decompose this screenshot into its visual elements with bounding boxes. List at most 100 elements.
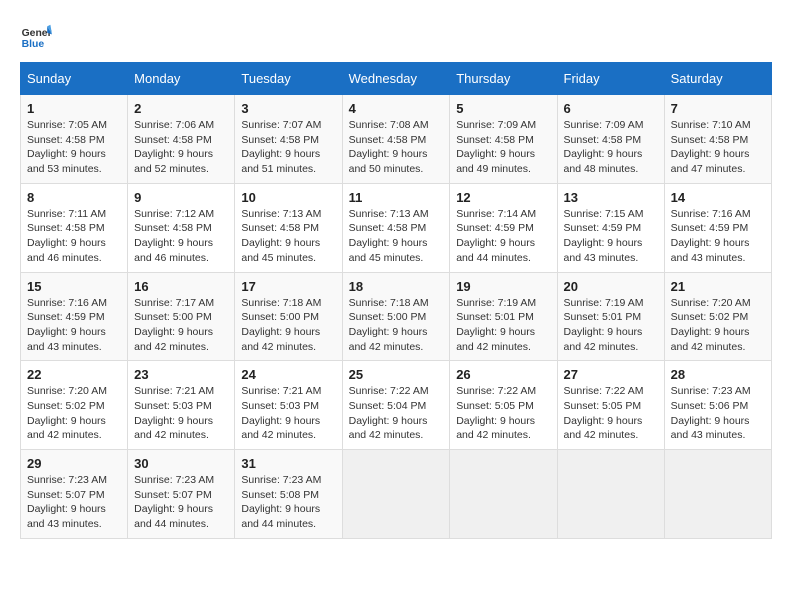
calendar-week-1: 1 Sunrise: 7:05 AM Sunset: 4:58 PM Dayli… (21, 95, 772, 184)
day-number: 21 (671, 279, 765, 294)
day-detail: Sunrise: 7:23 AM Sunset: 5:08 PM Dayligh… (241, 473, 335, 532)
day-number: 25 (349, 367, 444, 382)
day-detail: Sunrise: 7:22 AM Sunset: 5:04 PM Dayligh… (349, 384, 444, 443)
day-number: 9 (134, 190, 228, 205)
page-header: General Blue (20, 20, 772, 52)
calendar-cell: 20 Sunrise: 7:19 AM Sunset: 5:01 PM Dayl… (557, 272, 664, 361)
logo-icon: General Blue (20, 20, 52, 52)
day-number: 27 (564, 367, 658, 382)
day-number: 4 (349, 101, 444, 116)
day-number: 15 (27, 279, 121, 294)
calendar-cell: 21 Sunrise: 7:20 AM Sunset: 5:02 PM Dayl… (664, 272, 771, 361)
calendar-cell: 7 Sunrise: 7:10 AM Sunset: 4:58 PM Dayli… (664, 95, 771, 184)
day-detail: Sunrise: 7:22 AM Sunset: 5:05 PM Dayligh… (456, 384, 550, 443)
day-detail: Sunrise: 7:10 AM Sunset: 4:58 PM Dayligh… (671, 118, 765, 177)
weekday-header-wednesday: Wednesday (342, 63, 450, 95)
day-detail: Sunrise: 7:22 AM Sunset: 5:05 PM Dayligh… (564, 384, 658, 443)
calendar-cell (557, 450, 664, 539)
calendar-cell: 6 Sunrise: 7:09 AM Sunset: 4:58 PM Dayli… (557, 95, 664, 184)
day-number: 10 (241, 190, 335, 205)
day-number: 23 (134, 367, 228, 382)
calendar-cell: 28 Sunrise: 7:23 AM Sunset: 5:06 PM Dayl… (664, 361, 771, 450)
day-number: 28 (671, 367, 765, 382)
day-number: 19 (456, 279, 550, 294)
day-detail: Sunrise: 7:12 AM Sunset: 4:58 PM Dayligh… (134, 207, 228, 266)
calendar-week-2: 8 Sunrise: 7:11 AM Sunset: 4:58 PM Dayli… (21, 183, 772, 272)
day-number: 31 (241, 456, 335, 471)
calendar-week-5: 29 Sunrise: 7:23 AM Sunset: 5:07 PM Dayl… (21, 450, 772, 539)
day-detail: Sunrise: 7:05 AM Sunset: 4:58 PM Dayligh… (27, 118, 121, 177)
calendar-week-3: 15 Sunrise: 7:16 AM Sunset: 4:59 PM Dayl… (21, 272, 772, 361)
day-detail: Sunrise: 7:11 AM Sunset: 4:58 PM Dayligh… (27, 207, 121, 266)
day-number: 3 (241, 101, 335, 116)
day-detail: Sunrise: 7:20 AM Sunset: 5:02 PM Dayligh… (671, 296, 765, 355)
day-number: 5 (456, 101, 550, 116)
weekday-header-sunday: Sunday (21, 63, 128, 95)
day-number: 26 (456, 367, 550, 382)
calendar-cell: 19 Sunrise: 7:19 AM Sunset: 5:01 PM Dayl… (450, 272, 557, 361)
calendar-cell: 22 Sunrise: 7:20 AM Sunset: 5:02 PM Dayl… (21, 361, 128, 450)
day-number: 22 (27, 367, 121, 382)
day-detail: Sunrise: 7:18 AM Sunset: 5:00 PM Dayligh… (349, 296, 444, 355)
calendar-cell: 10 Sunrise: 7:13 AM Sunset: 4:58 PM Dayl… (235, 183, 342, 272)
day-number: 14 (671, 190, 765, 205)
calendar-body: 1 Sunrise: 7:05 AM Sunset: 4:58 PM Dayli… (21, 95, 772, 539)
calendar-week-4: 22 Sunrise: 7:20 AM Sunset: 5:02 PM Dayl… (21, 361, 772, 450)
day-number: 7 (671, 101, 765, 116)
weekday-header-thursday: Thursday (450, 63, 557, 95)
calendar-cell: 5 Sunrise: 7:09 AM Sunset: 4:58 PM Dayli… (450, 95, 557, 184)
day-number: 1 (27, 101, 121, 116)
weekday-header-saturday: Saturday (664, 63, 771, 95)
day-number: 12 (456, 190, 550, 205)
calendar-cell (450, 450, 557, 539)
calendar-cell: 2 Sunrise: 7:06 AM Sunset: 4:58 PM Dayli… (128, 95, 235, 184)
calendar-cell: 4 Sunrise: 7:08 AM Sunset: 4:58 PM Dayli… (342, 95, 450, 184)
calendar-cell: 17 Sunrise: 7:18 AM Sunset: 5:00 PM Dayl… (235, 272, 342, 361)
calendar-cell: 25 Sunrise: 7:22 AM Sunset: 5:04 PM Dayl… (342, 361, 450, 450)
calendar-cell: 14 Sunrise: 7:16 AM Sunset: 4:59 PM Dayl… (664, 183, 771, 272)
calendar-cell: 3 Sunrise: 7:07 AM Sunset: 4:58 PM Dayli… (235, 95, 342, 184)
calendar-cell: 24 Sunrise: 7:21 AM Sunset: 5:03 PM Dayl… (235, 361, 342, 450)
calendar-cell (664, 450, 771, 539)
day-detail: Sunrise: 7:07 AM Sunset: 4:58 PM Dayligh… (241, 118, 335, 177)
day-detail: Sunrise: 7:19 AM Sunset: 5:01 PM Dayligh… (564, 296, 658, 355)
day-number: 2 (134, 101, 228, 116)
day-detail: Sunrise: 7:20 AM Sunset: 5:02 PM Dayligh… (27, 384, 121, 443)
day-detail: Sunrise: 7:23 AM Sunset: 5:07 PM Dayligh… (134, 473, 228, 532)
day-number: 17 (241, 279, 335, 294)
calendar-table: SundayMondayTuesdayWednesdayThursdayFrid… (20, 62, 772, 539)
calendar-cell: 16 Sunrise: 7:17 AM Sunset: 5:00 PM Dayl… (128, 272, 235, 361)
day-detail: Sunrise: 7:14 AM Sunset: 4:59 PM Dayligh… (456, 207, 550, 266)
day-detail: Sunrise: 7:13 AM Sunset: 4:58 PM Dayligh… (241, 207, 335, 266)
day-detail: Sunrise: 7:23 AM Sunset: 5:07 PM Dayligh… (27, 473, 121, 532)
logo: General Blue (20, 20, 52, 52)
day-detail: Sunrise: 7:21 AM Sunset: 5:03 PM Dayligh… (241, 384, 335, 443)
day-number: 16 (134, 279, 228, 294)
calendar-cell: 29 Sunrise: 7:23 AM Sunset: 5:07 PM Dayl… (21, 450, 128, 539)
day-detail: Sunrise: 7:09 AM Sunset: 4:58 PM Dayligh… (564, 118, 658, 177)
day-detail: Sunrise: 7:18 AM Sunset: 5:00 PM Dayligh… (241, 296, 335, 355)
calendar-cell: 12 Sunrise: 7:14 AM Sunset: 4:59 PM Dayl… (450, 183, 557, 272)
day-detail: Sunrise: 7:15 AM Sunset: 4:59 PM Dayligh… (564, 207, 658, 266)
day-number: 6 (564, 101, 658, 116)
calendar-cell: 8 Sunrise: 7:11 AM Sunset: 4:58 PM Dayli… (21, 183, 128, 272)
weekday-header-friday: Friday (557, 63, 664, 95)
calendar-cell: 15 Sunrise: 7:16 AM Sunset: 4:59 PM Dayl… (21, 272, 128, 361)
day-number: 18 (349, 279, 444, 294)
day-detail: Sunrise: 7:16 AM Sunset: 4:59 PM Dayligh… (671, 207, 765, 266)
day-number: 20 (564, 279, 658, 294)
calendar-cell: 1 Sunrise: 7:05 AM Sunset: 4:58 PM Dayli… (21, 95, 128, 184)
day-number: 30 (134, 456, 228, 471)
weekday-header-tuesday: Tuesday (235, 63, 342, 95)
calendar-header-row: SundayMondayTuesdayWednesdayThursdayFrid… (21, 63, 772, 95)
day-detail: Sunrise: 7:13 AM Sunset: 4:58 PM Dayligh… (349, 207, 444, 266)
day-detail: Sunrise: 7:09 AM Sunset: 4:58 PM Dayligh… (456, 118, 550, 177)
day-detail: Sunrise: 7:23 AM Sunset: 5:06 PM Dayligh… (671, 384, 765, 443)
day-detail: Sunrise: 7:08 AM Sunset: 4:58 PM Dayligh… (349, 118, 444, 177)
day-detail: Sunrise: 7:17 AM Sunset: 5:00 PM Dayligh… (134, 296, 228, 355)
svg-text:Blue: Blue (22, 39, 45, 50)
calendar-cell: 31 Sunrise: 7:23 AM Sunset: 5:08 PM Dayl… (235, 450, 342, 539)
calendar-cell: 11 Sunrise: 7:13 AM Sunset: 4:58 PM Dayl… (342, 183, 450, 272)
day-number: 29 (27, 456, 121, 471)
calendar-cell: 13 Sunrise: 7:15 AM Sunset: 4:59 PM Dayl… (557, 183, 664, 272)
